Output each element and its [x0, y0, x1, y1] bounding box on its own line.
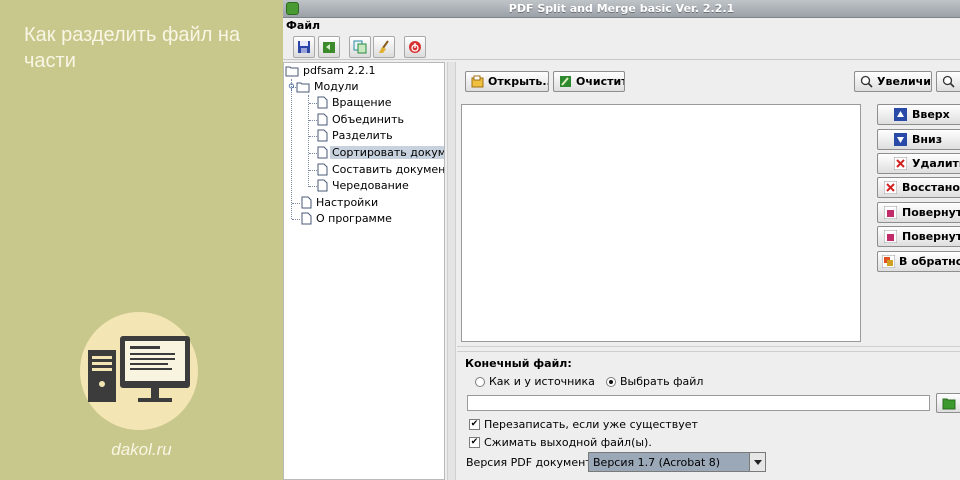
toolbar [283, 34, 960, 60]
main-panel: Открыть... Очистить Увеличить Вверх Вниз… [457, 62, 960, 480]
document-icon [301, 196, 312, 209]
document-icon [317, 129, 328, 142]
tree-line [292, 219, 300, 220]
horizontal-splitter[interactable] [457, 346, 960, 352]
rotate-right-icon [884, 206, 897, 219]
save-icon [298, 41, 310, 53]
expand-icon[interactable]: ⚲ [288, 80, 296, 96]
restore-icon [884, 181, 897, 194]
document-icon [317, 179, 328, 192]
tree-line [291, 79, 292, 219]
menu-file[interactable]: Файл [286, 19, 320, 32]
output-file-section: Конечный файл: Как и у источника Выбрать… [457, 353, 960, 480]
document-icon [301, 212, 312, 225]
clear-icon [560, 76, 571, 87]
output-path-input[interactable] [467, 395, 930, 411]
pdf-version-select[interactable]: Версия 1.7 (Acrobat 8) [588, 452, 766, 472]
chevron-down-icon[interactable] [749, 453, 765, 471]
reverse-order-button[interactable]: В обратном [877, 251, 960, 272]
move-down-button[interactable]: Вниз [877, 129, 960, 150]
document-preview-area[interactable] [461, 104, 861, 342]
compress-label[interactable]: Сжимать выходной файл(ы). [484, 436, 652, 449]
copy-icon [353, 40, 367, 54]
arrow-up-icon [894, 108, 907, 121]
document-icon [317, 163, 328, 176]
menu-bar: Файл [283, 18, 960, 34]
document-icon [317, 113, 328, 126]
power-icon [409, 41, 421, 53]
clean-button[interactable] [373, 36, 395, 58]
exit-button[interactable] [404, 36, 426, 58]
tree-item-rotate[interactable]: Вращение [317, 95, 394, 111]
folder-icon [285, 66, 299, 77]
delete-icon [894, 157, 907, 170]
rotate-left-icon [884, 230, 897, 243]
overwrite-checkbox[interactable]: ✔ [469, 419, 480, 430]
radio-same-as-source-label[interactable]: Как и у источника [489, 375, 595, 388]
tree-line [309, 186, 317, 187]
browse-button[interactable] [936, 393, 960, 413]
arrow-down-icon [894, 133, 907, 146]
restore-button[interactable]: Восстановить [877, 177, 960, 198]
broom-icon [379, 40, 389, 53]
load-button[interactable] [318, 36, 340, 58]
tree-line [292, 203, 300, 204]
load-icon [323, 42, 335, 53]
reverse-icon [882, 255, 895, 268]
zoom-out-button[interactable] [936, 71, 960, 92]
title-bar[interactable]: PDF Split and Merge basic Ver. 2.2.1 [283, 0, 960, 18]
computer-illustration [80, 312, 198, 430]
folder-icon [942, 398, 956, 410]
app-window: PDF Split and Merge basic Ver. 2.2.1 Фай… [283, 0, 960, 480]
vertical-splitter[interactable] [447, 62, 456, 480]
compress-checkbox[interactable]: ✔ [469, 437, 480, 448]
tree-item-merge[interactable]: Объединить [317, 112, 406, 128]
promo-site: dakol.ru [111, 440, 172, 459]
module-tree: pdfsam 2.2.1 ⚲ Модули Вращение Объединить… [283, 62, 445, 480]
radio-choose-file[interactable] [606, 377, 616, 387]
open-button[interactable]: Открыть... [465, 71, 549, 92]
computer-icon [88, 336, 190, 402]
document-icon [317, 96, 328, 109]
radio-same-as-source[interactable] [475, 377, 485, 387]
promo-title: Как разделить файл на части [24, 24, 241, 72]
tree-item-split[interactable]: Разделить [317, 128, 395, 144]
rotate-clockwise-button[interactable]: Повернуть [877, 202, 960, 223]
copy-button[interactable] [349, 36, 371, 58]
tree-line [309, 153, 317, 154]
tree-modules[interactable]: ⚲ Модули [288, 79, 361, 95]
tree-item-sort[interactable]: Сортировать документ [317, 145, 444, 161]
radio-choose-file-label[interactable]: Выбрать файл [620, 375, 703, 388]
tree-item-compose[interactable]: Составить документ [317, 162, 444, 178]
window-title: PDF Split and Merge basic Ver. 2.2.1 [508, 2, 735, 15]
overwrite-label[interactable]: Перезаписать, если уже существует [484, 418, 698, 431]
zoom-in-button[interactable]: Увеличить [854, 71, 932, 92]
tree-line [309, 120, 317, 121]
pdf-version-value: Версия 1.7 (Acrobat 8) [593, 456, 721, 469]
clear-button[interactable]: Очистить [553, 71, 625, 92]
magnifier-icon [942, 75, 955, 88]
tree-line [309, 103, 317, 104]
tree-line [308, 95, 309, 187]
tree-root[interactable]: pdfsam 2.2.1 [285, 63, 378, 79]
folder-open-icon [296, 82, 310, 93]
output-section-label: Конечный файл: [465, 357, 572, 370]
delete-button[interactable]: Удалить [877, 153, 960, 174]
pdf-version-label: Версия PDF документа: [466, 456, 603, 469]
tree-line [309, 136, 317, 137]
tree-about[interactable]: О программе [301, 211, 394, 227]
promo-panel: Как разделить файл на части dakol.ru [0, 0, 283, 480]
move-up-button[interactable]: Вверх [877, 104, 960, 125]
document-icon [317, 146, 328, 159]
magnifier-icon [860, 75, 873, 88]
tree-settings[interactable]: Настройки [301, 195, 380, 211]
tree-item-alternate[interactable]: Чередование [317, 178, 411, 194]
rotate-counterclockwise-button[interactable]: Повернуть [877, 226, 960, 247]
save-button[interactable] [293, 36, 315, 58]
tree-line [309, 170, 317, 171]
open-folder-icon [471, 75, 484, 88]
